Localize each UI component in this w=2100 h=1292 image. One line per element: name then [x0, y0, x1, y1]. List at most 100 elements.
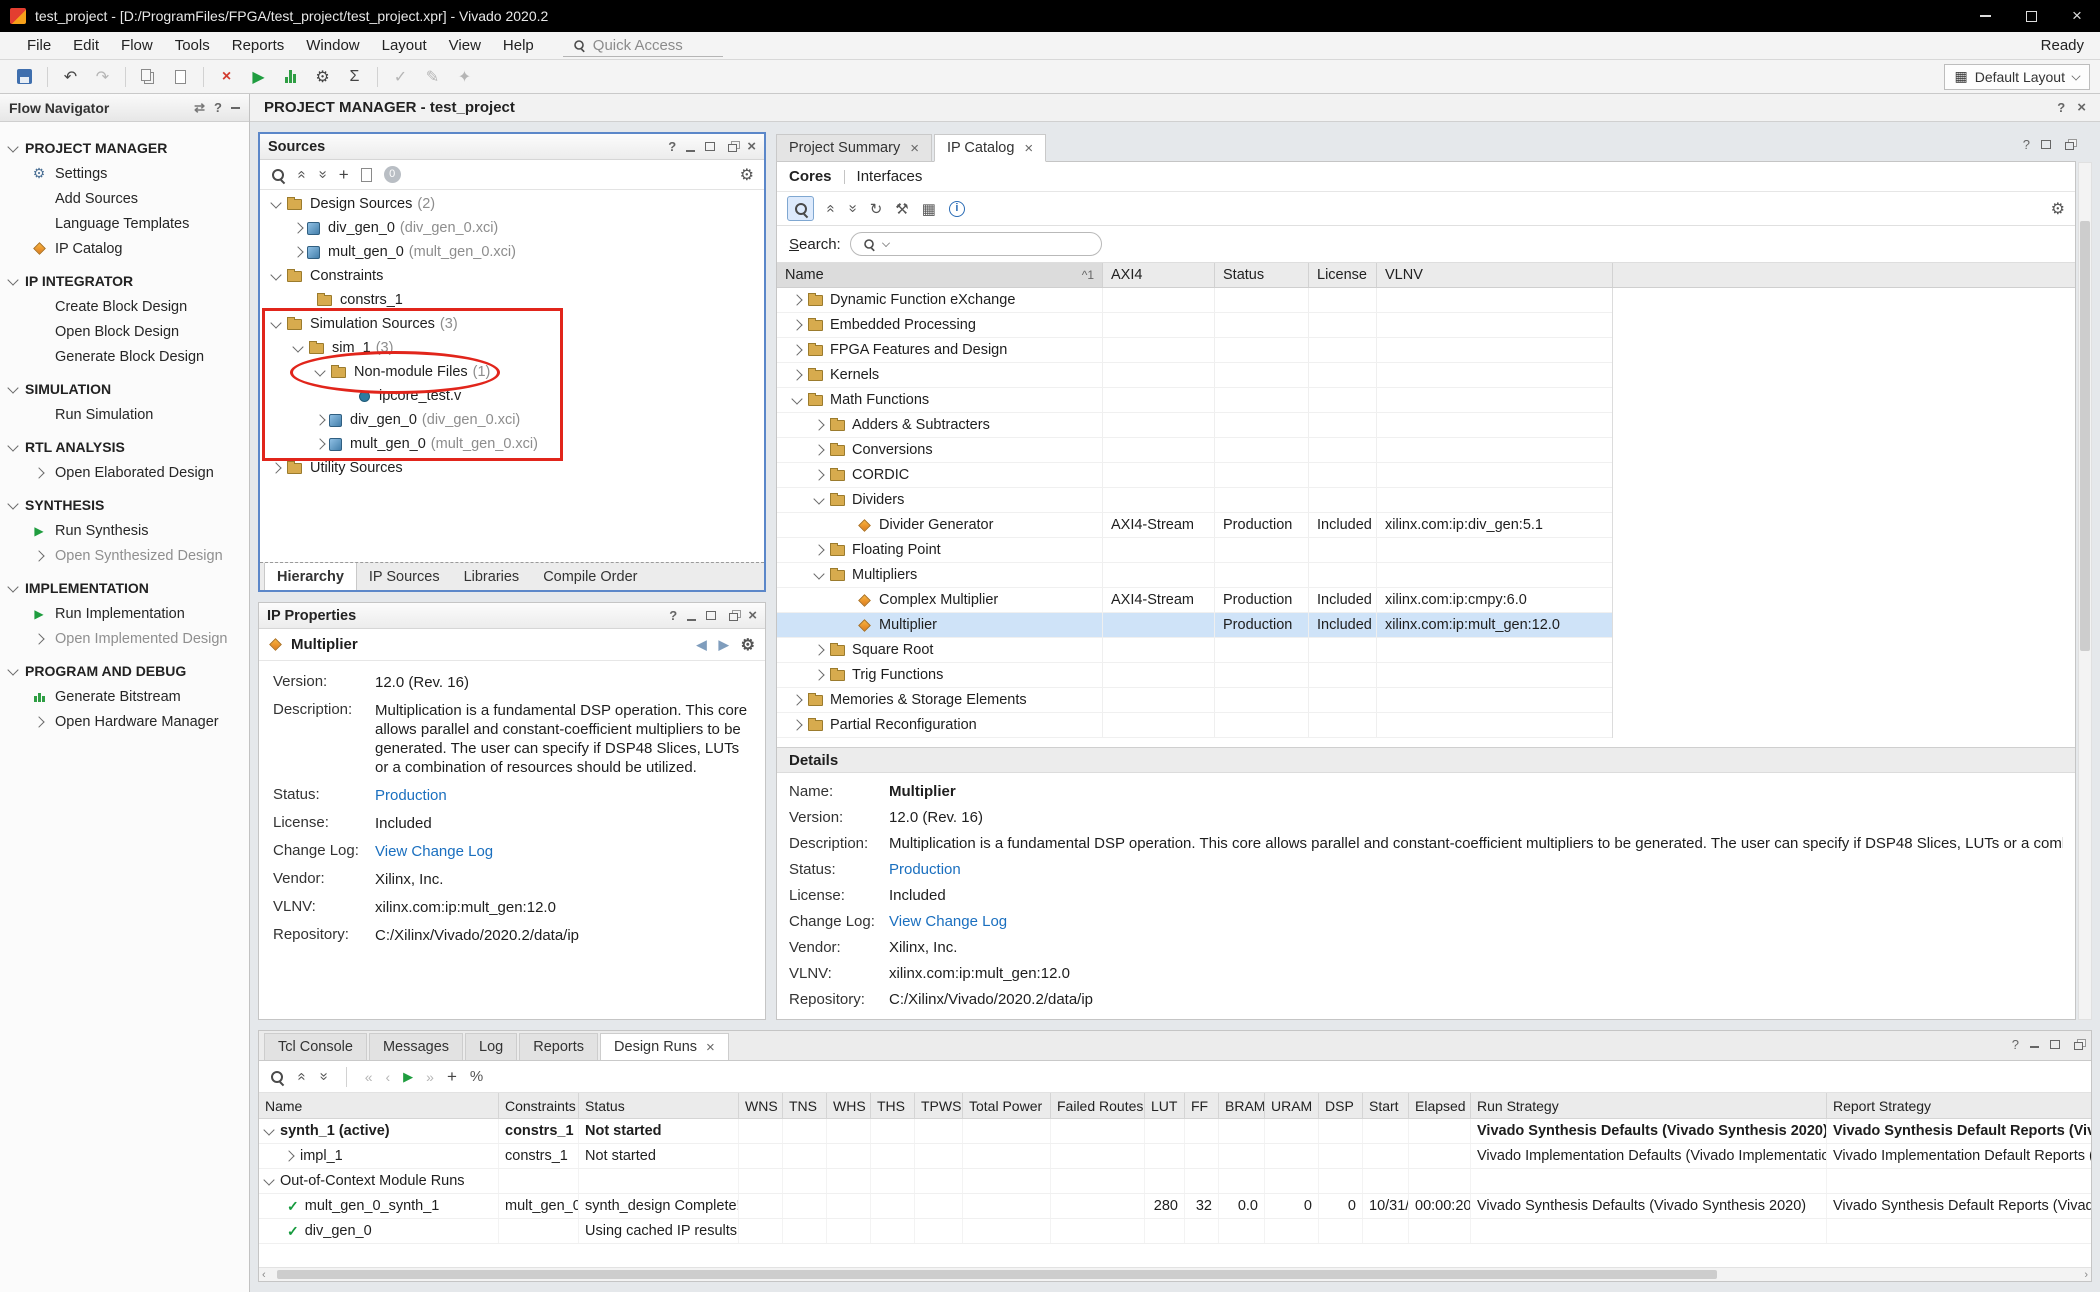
- settings-button[interactable]: ⚙: [308, 63, 337, 90]
- flownav-item-open-block-design[interactable]: Open Block Design: [0, 319, 249, 344]
- catalog-row[interactable]: Math Functions: [777, 388, 1612, 413]
- chevron-down-icon[interactable]: [270, 269, 281, 280]
- info-icon[interactable]: i: [949, 201, 965, 217]
- gear-icon[interactable]: ⚙: [740, 165, 754, 185]
- float-panel-icon[interactable]: [2074, 1042, 2083, 1050]
- search-toggle-button[interactable]: [787, 196, 814, 221]
- forward-icon[interactable]: ▶: [719, 637, 729, 653]
- properties-file-icon[interactable]: [361, 168, 372, 182]
- column-ths[interactable]: THS: [871, 1093, 915, 1118]
- chevron-right-icon[interactable]: [314, 438, 325, 449]
- chevron-right-icon[interactable]: [292, 222, 303, 233]
- chevron-down-icon[interactable]: [813, 493, 824, 504]
- save-button[interactable]: [10, 63, 39, 90]
- flownav-item-open-elaborated-design[interactable]: Open Elaborated Design: [0, 460, 249, 485]
- catalog-row[interactable]: Memories & Storage Elements: [777, 688, 1612, 713]
- chevron-right-icon[interactable]: [813, 469, 824, 480]
- catalog-row[interactable]: Trig Functions: [777, 663, 1612, 688]
- launch-runs-icon[interactable]: ▶: [403, 1069, 413, 1085]
- search-icon[interactable]: [269, 1069, 285, 1085]
- run-button[interactable]: ▶: [244, 63, 273, 90]
- help-icon[interactable]: ?: [2023, 137, 2030, 152]
- tree-row-constrs-1[interactable]: constrs_1: [260, 288, 764, 312]
- column-dsp[interactable]: DSP: [1319, 1093, 1363, 1118]
- gear-icon[interactable]: ⚙: [741, 635, 755, 655]
- dock-icon[interactable]: ⇄: [194, 100, 205, 116]
- column-wns[interactable]: WNS: [739, 1093, 783, 1118]
- close-tab-icon[interactable]: ×: [910, 140, 919, 157]
- column-bram[interactable]: BRAM: [1219, 1093, 1265, 1118]
- catalog-row[interactable]: Embedded Processing: [777, 313, 1612, 338]
- chevron-down-icon[interactable]: [813, 568, 824, 579]
- chevron-down-icon[interactable]: [263, 1174, 274, 1185]
- flownav-section-program-and-debug[interactable]: PROGRAM AND DEBUG: [0, 658, 249, 684]
- flownav-item-ip-catalog[interactable]: IP Catalog: [0, 236, 249, 261]
- catalog-row[interactable]: Floating Point: [777, 538, 1612, 563]
- grid-view-icon[interactable]: ▦: [922, 200, 936, 218]
- collapse-all-icon[interactable]: «: [823, 204, 840, 212]
- flownav-item-run-simulation[interactable]: Run Simulation: [0, 402, 249, 427]
- flownav-item-settings[interactable]: ⚙ Settings: [0, 161, 249, 186]
- window-maximize-button[interactable]: [2008, 0, 2054, 32]
- window-close-button[interactable]: ×: [2054, 0, 2100, 32]
- catalog-row[interactable]: Multipliers: [777, 563, 1612, 588]
- flownav-section-project-manager[interactable]: PROJECT MANAGER: [0, 135, 249, 161]
- column-constraints[interactable]: Constraints: [499, 1093, 579, 1118]
- search-icon[interactable]: [270, 167, 286, 183]
- refresh-icon[interactable]: ↻: [870, 200, 883, 218]
- column-elapsed[interactable]: Elapsed: [1409, 1093, 1471, 1118]
- menu-view[interactable]: View: [438, 32, 492, 59]
- tree-row-sim-div-gen-0[interactable]: div_gen_0 (div_gen_0.xci): [260, 408, 764, 432]
- layout-selector[interactable]: ▦ Default Layout: [1944, 64, 2090, 90]
- tab-log[interactable]: Log: [465, 1033, 517, 1060]
- redo-button[interactable]: ↷: [88, 63, 117, 90]
- flownav-item-run-implementation[interactable]: ▶ Run Implementation: [0, 601, 249, 626]
- abort-button[interactable]: ×: [212, 63, 241, 90]
- tree-row-sim-mult-gen-0[interactable]: mult_gen_0 (mult_gen_0.xci): [260, 432, 764, 456]
- flownav-section-synthesis[interactable]: SYNTHESIS: [0, 492, 249, 518]
- column-report-strategy[interactable]: Report Strategy: [1827, 1093, 2091, 1118]
- scroll-left-icon[interactable]: ‹: [262, 1269, 266, 1281]
- flownav-item-run-synthesis[interactable]: ▶ Run Synthesis: [0, 518, 249, 543]
- edit-button[interactable]: ✎: [418, 63, 447, 90]
- paste-button[interactable]: [166, 63, 195, 90]
- flownav-item-create-block-design[interactable]: Create Block Design: [0, 294, 249, 319]
- flownav-item-generate-block-design[interactable]: Generate Block Design: [0, 344, 249, 369]
- chevron-right-icon[interactable]: [791, 294, 802, 305]
- column-ff[interactable]: FF: [1185, 1093, 1219, 1118]
- column-whs[interactable]: WHS: [827, 1093, 871, 1118]
- catalog-row[interactable]: Dividers: [777, 488, 1612, 513]
- column-license[interactable]: License: [1309, 263, 1377, 287]
- chevron-right-icon[interactable]: [813, 544, 824, 555]
- chevron-right-icon[interactable]: [314, 414, 325, 425]
- chevron-right-icon[interactable]: [791, 344, 802, 355]
- help-icon[interactable]: ?: [2057, 100, 2065, 115]
- column-uram[interactable]: URAM: [1265, 1093, 1319, 1118]
- catalog-row[interactable]: Conversions: [777, 438, 1612, 463]
- chevron-down-icon[interactable]: [270, 317, 281, 328]
- tab-ip-sources[interactable]: IP Sources: [357, 563, 452, 590]
- run-row-impl-1[interactable]: impl_1 constrs_1 Not started Vivado Impl…: [259, 1144, 2091, 1169]
- expand-all-icon[interactable]: «: [315, 1072, 332, 1080]
- flownav-section-implementation[interactable]: IMPLEMENTATION: [0, 575, 249, 601]
- chevron-right-icon[interactable]: [813, 669, 824, 680]
- close-panel-icon[interactable]: ×: [748, 607, 757, 624]
- column-status[interactable]: Status: [579, 1093, 739, 1118]
- collapse-all-icon[interactable]: «: [294, 170, 311, 178]
- quick-access-search[interactable]: Quick Access: [563, 35, 723, 57]
- catalog-row[interactable]: Partial Reconfiguration: [777, 713, 1612, 738]
- add-sources-icon[interactable]: +: [339, 165, 349, 185]
- step-back-icon[interactable]: ‹: [385, 1069, 390, 1085]
- change-log-link[interactable]: View Change Log: [375, 842, 751, 861]
- run-row-div-gen-0[interactable]: ✓div_gen_0 Using cached IP results: [259, 1219, 2091, 1244]
- maximize-panel-icon[interactable]: [2050, 1040, 2060, 1049]
- column-tns[interactable]: TNS: [783, 1093, 827, 1118]
- sources-panel-header[interactable]: Sources ? ×: [260, 134, 764, 160]
- catalog-row[interactable]: Square Root: [777, 638, 1612, 663]
- catalog-row-divider-generator[interactable]: Divider Generator AXI4-StreamProductionI…: [777, 513, 1612, 538]
- messages-badge[interactable]: 0: [384, 166, 401, 183]
- help-icon[interactable]: ?: [669, 608, 677, 623]
- chevron-down-icon[interactable]: [314, 365, 325, 376]
- minimize-panel-icon[interactable]: [2030, 1046, 2039, 1048]
- flownav-item-open-hardware-manager[interactable]: Open Hardware Manager: [0, 709, 249, 734]
